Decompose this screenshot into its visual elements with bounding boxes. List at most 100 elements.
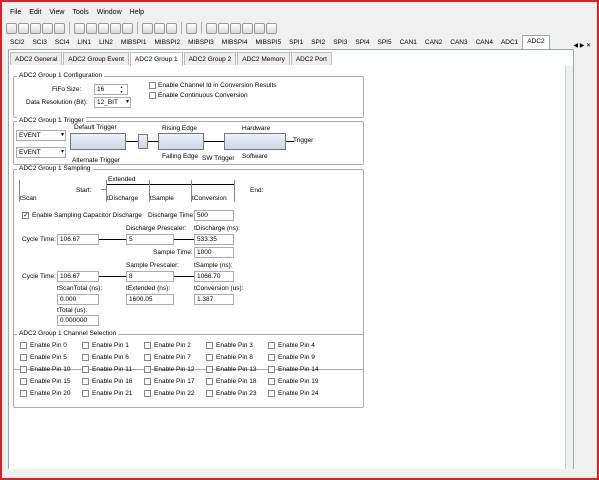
discharge-time-input[interactable]: 500 — [194, 210, 234, 221]
tab-mibspi3[interactable]: MIBSPI3 — [184, 37, 218, 49]
alternate-trigger-select[interactable]: EVENT — [16, 147, 66, 158]
back-icon[interactable] — [206, 22, 217, 34]
tab-mibspi5[interactable]: MIBSPI5 — [251, 37, 285, 49]
subtab-adc2-memory[interactable]: ADC2 Memory — [237, 52, 290, 65]
cycle-time-input-1[interactable]: 106.67 — [57, 234, 99, 245]
channel-id-checkbox[interactable] — [149, 82, 156, 89]
tab-sci4[interactable]: SCI4 — [51, 37, 73, 49]
pin-24-checkbox[interactable] — [268, 390, 275, 397]
refresh-icon[interactable] — [242, 22, 253, 34]
fifo-size-spinner[interactable]: 16 — [94, 84, 128, 95]
menu-tools[interactable]: Tools — [72, 6, 88, 20]
save-icon[interactable] — [30, 22, 41, 34]
window-icon[interactable] — [166, 22, 177, 34]
pin-10-checkbox[interactable] — [20, 366, 27, 373]
sample-time-input[interactable]: 1000 — [194, 247, 234, 258]
settings-icon[interactable] — [186, 22, 197, 34]
pin-23-checkbox[interactable] — [206, 390, 213, 397]
stop-icon[interactable] — [230, 22, 241, 34]
pin-22-label: Enable Pin 22 — [154, 390, 195, 397]
open-icon[interactable] — [18, 22, 29, 34]
tab-sci2[interactable]: SCI2 — [6, 37, 28, 49]
menu-edit[interactable]: Edit — [29, 6, 41, 20]
pin-21-checkbox[interactable] — [82, 390, 89, 397]
pin-22-checkbox[interactable] — [144, 390, 151, 397]
tab-mibspi1[interactable]: MIBSPI1 — [117, 37, 151, 49]
default-trigger-select[interactable]: EVENT — [16, 130, 66, 141]
pin-19-checkbox[interactable] — [268, 378, 275, 385]
new-icon[interactable] — [6, 22, 17, 34]
subtab-adc2-group-2[interactable]: ADC2 Group 2 — [183, 52, 237, 65]
pin-14-checkbox[interactable] — [268, 366, 275, 373]
pin-15-checkbox[interactable] — [20, 378, 27, 385]
redo-icon[interactable] — [122, 22, 133, 34]
forward-icon[interactable] — [218, 22, 229, 34]
pin-14-label: Enable Pin 14 — [278, 366, 319, 373]
pin-13-checkbox[interactable] — [206, 366, 213, 373]
pin-6-checkbox[interactable] — [82, 354, 89, 361]
help-icon[interactable] — [266, 22, 277, 34]
tab-spi1[interactable]: SPI1 — [285, 37, 307, 49]
discharge-prescaler-input[interactable]: 5 — [126, 234, 174, 245]
tab-mibspi2[interactable]: MIBSPI2 — [150, 37, 184, 49]
pin-17-checkbox[interactable] — [144, 378, 151, 385]
generate-icon[interactable] — [142, 22, 153, 34]
tab-spi2[interactable]: SPI2 — [307, 37, 329, 49]
subtab-adc2-group-1[interactable]: ADC2 Group 1 — [129, 52, 183, 66]
home-icon[interactable] — [254, 22, 265, 34]
print-icon[interactable] — [54, 22, 65, 34]
export-icon[interactable] — [154, 22, 165, 34]
tab-can4[interactable]: CAN4 — [472, 37, 497, 49]
pin-3-checkbox[interactable] — [206, 342, 213, 349]
paste-icon[interactable] — [98, 22, 109, 34]
menu-view[interactable]: View — [49, 6, 64, 20]
subtab-adc2-port[interactable]: ADC2 Port — [290, 52, 332, 65]
wire — [148, 141, 158, 142]
tab-lin1[interactable]: LIN1 — [73, 37, 95, 49]
tab-spi3[interactable]: SPI3 — [329, 37, 351, 49]
pin-12-checkbox[interactable] — [144, 366, 151, 373]
tab-spi4[interactable]: SPI4 — [351, 37, 373, 49]
menu-help[interactable]: Help — [130, 6, 144, 20]
pin-20-checkbox[interactable] — [20, 390, 27, 397]
undo-icon[interactable] — [110, 22, 121, 34]
resolution-select[interactable]: 12_BIT — [94, 97, 131, 108]
pin-5-checkbox[interactable] — [20, 354, 27, 361]
tab-can1[interactable]: CAN1 — [396, 37, 421, 49]
pin-11-checkbox[interactable] — [82, 366, 89, 373]
tab-adc2[interactable]: ADC2 — [522, 35, 550, 49]
sample-prescaler-input[interactable]: 8 — [126, 271, 174, 282]
pin-2-checkbox[interactable] — [144, 342, 151, 349]
subtab-adc2-general[interactable]: ADC2 General — [10, 52, 63, 65]
cycle-time-input-2[interactable]: 106.67 — [57, 271, 99, 282]
discharge-checkbox[interactable] — [22, 211, 29, 219]
pin-9-checkbox[interactable] — [268, 354, 275, 361]
tab-mibspi4[interactable]: MIBSPI4 — [218, 37, 252, 49]
pin-8-checkbox[interactable] — [206, 354, 213, 361]
pin-0-checkbox[interactable] — [20, 342, 27, 349]
pin-7-checkbox[interactable] — [144, 354, 151, 361]
subtab-adc2-group-event[interactable]: ADC2 Group Event — [63, 52, 129, 65]
pin-4-checkbox[interactable] — [268, 342, 275, 349]
tab-adc1[interactable]: ADC1 — [497, 37, 522, 49]
tab-lin2[interactable]: LIN2 — [95, 37, 117, 49]
resolution-label: Data Resolution (Bit): — [26, 99, 88, 106]
pin-1-checkbox[interactable] — [82, 342, 89, 349]
status-bar — [4, 469, 595, 476]
continuous-checkbox[interactable] — [149, 92, 156, 99]
pin-18-checkbox[interactable] — [206, 378, 213, 385]
menu-file[interactable]: File — [10, 6, 21, 20]
tab-can3[interactable]: CAN3 — [446, 37, 471, 49]
tab-scroll-arrows[interactable]: ◀ ▶ ✕ — [573, 42, 593, 49]
tab-can2[interactable]: CAN2 — [421, 37, 446, 49]
vertical-scrollbar[interactable] — [565, 66, 573, 470]
save-all-icon[interactable] — [42, 22, 53, 34]
tab-sci3[interactable]: SCI3 — [28, 37, 50, 49]
pin-2-label: Enable Pin 2 — [154, 342, 191, 349]
pin-16-checkbox[interactable] — [82, 378, 89, 385]
cut-icon[interactable] — [74, 22, 85, 34]
extended-label: Extended — [108, 176, 136, 183]
copy-icon[interactable] — [86, 22, 97, 34]
menu-window[interactable]: Window — [97, 6, 122, 20]
tab-spi5[interactable]: SPI5 — [373, 37, 395, 49]
